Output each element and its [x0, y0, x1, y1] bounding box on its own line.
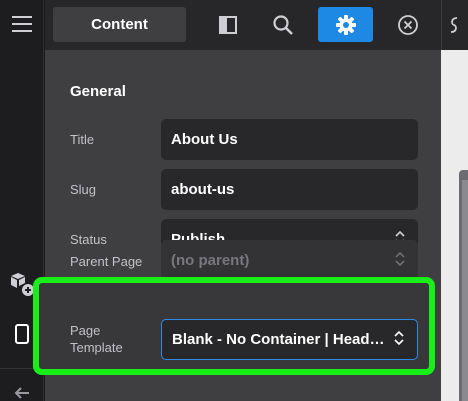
rail-divider — [0, 368, 44, 369]
tab-content-label: Content — [91, 16, 148, 33]
parent-page-select[interactable]: (no parent) — [161, 240, 418, 281]
gear-icon[interactable] — [318, 7, 373, 42]
parent-page-label: Parent Page — [70, 254, 143, 269]
left-rail — [0, 0, 44, 401]
close-icon[interactable] — [388, 7, 428, 42]
section-title-general: General — [70, 83, 126, 100]
page-template-label-line1: Page — [70, 323, 101, 338]
back-arrow-icon[interactable] — [0, 384, 44, 401]
page-template-select[interactable]: Blank - No Container | Head… — [161, 319, 418, 360]
title-label: Title — [70, 132, 95, 147]
slug-label: Slug — [70, 182, 97, 197]
slug-value: about-us — [171, 181, 235, 198]
chevron-up-down-icon — [393, 330, 405, 350]
page-template-value: Blank - No Container | Head… — [172, 331, 385, 348]
sidebar-toggle-icon[interactable] — [208, 7, 248, 42]
search-icon[interactable] — [263, 7, 303, 42]
add-element-icon[interactable] — [0, 268, 44, 300]
hamburger-icon[interactable] — [0, 10, 44, 38]
slug-input[interactable]: about-us — [161, 169, 418, 210]
preview-area — [441, 0, 468, 401]
preview-toolbar — [441, 0, 468, 50]
panel-tab-bar: Content — [45, 0, 441, 50]
preview-image-detail — [462, 180, 468, 401]
chevron-up-down-icon — [394, 251, 406, 271]
title-input[interactable]: About Us — [161, 119, 418, 160]
title-value: About Us — [171, 131, 238, 148]
preview-toolbar-icon — [449, 16, 459, 39]
parent-page-value: (no parent) — [171, 252, 250, 269]
page-template-label-line2: Template — [70, 340, 123, 355]
status-label: Status — [70, 232, 107, 247]
mobile-icon[interactable] — [0, 320, 44, 348]
tab-content[interactable]: Content — [53, 7, 186, 42]
